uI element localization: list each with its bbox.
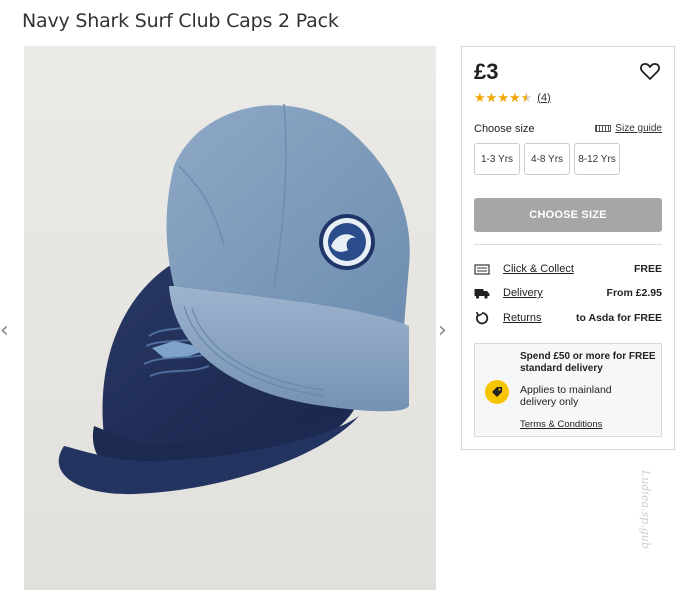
- delivery-row: Delivery From £2.95: [474, 285, 662, 301]
- purchase-panel: £3 ★ ★ ★ ★ ★ (4) Choose size Size guide …: [461, 46, 675, 450]
- star-icon: ★: [485, 90, 498, 105]
- watermark: Ludiea.sp.gub: [639, 470, 652, 549]
- truck-icon: [474, 286, 490, 300]
- wishlist-heart-icon[interactable]: [638, 59, 662, 83]
- click-collect-row: Click & Collect FREE: [474, 261, 662, 277]
- returns-value: to Asda for FREE: [576, 312, 662, 324]
- star-icon: ★: [497, 90, 509, 105]
- terms-conditions-link[interactable]: Terms & Conditions: [520, 419, 602, 430]
- half-star-icon: ★: [520, 90, 533, 105]
- tag-icon: [485, 380, 509, 404]
- star-icon: ★: [474, 90, 486, 105]
- size-guide-label: Size guide: [615, 123, 662, 134]
- returns-link[interactable]: Returns: [503, 312, 542, 324]
- size-option-4-8[interactable]: 4-8 Yrs: [524, 143, 570, 175]
- delivery-link[interactable]: Delivery: [503, 287, 543, 299]
- returns-row: Returns to Asda for FREE: [474, 310, 662, 326]
- returns-icon: [474, 311, 490, 325]
- promo-body: Applies to mainland delivery only: [520, 384, 612, 408]
- click-collect-link[interactable]: Click & Collect: [503, 263, 574, 275]
- delivery-value: From £2.95: [606, 287, 662, 299]
- promo-headline: Spend £50 or more for FREE standard deli…: [520, 351, 656, 374]
- store-icon: [474, 262, 490, 276]
- ruler-icon: [595, 125, 612, 132]
- choose-size-button[interactable]: CHOOSE SIZE: [474, 198, 662, 232]
- product-title: Navy Shark Surf Club Caps 2 Pack: [22, 10, 339, 32]
- divider: [474, 244, 662, 245]
- previous-image-arrow[interactable]: ‹: [0, 318, 9, 343]
- caps-illustration: [24, 46, 436, 590]
- size-options: 1-3 Yrs 4-8 Yrs 8-12 Yrs: [474, 143, 620, 175]
- size-guide-link[interactable]: Size guide: [595, 123, 662, 134]
- size-option-1-3[interactable]: 1-3 Yrs: [474, 143, 520, 175]
- rating-stars[interactable]: ★ ★ ★ ★ ★ (4): [474, 91, 551, 104]
- next-image-arrow[interactable]: ›: [438, 318, 447, 343]
- click-collect-value: FREE: [633, 263, 662, 275]
- product-image[interactable]: [24, 46, 436, 590]
- free-delivery-promo: Spend £50 or more for FREE standard deli…: [474, 343, 662, 437]
- product-price: £3: [474, 59, 499, 84]
- choose-size-label: Choose size: [474, 123, 535, 135]
- rating-count-link[interactable]: (4): [537, 92, 550, 104]
- star-icon: ★: [508, 90, 521, 105]
- size-option-8-12[interactable]: 8-12 Yrs: [574, 143, 620, 175]
